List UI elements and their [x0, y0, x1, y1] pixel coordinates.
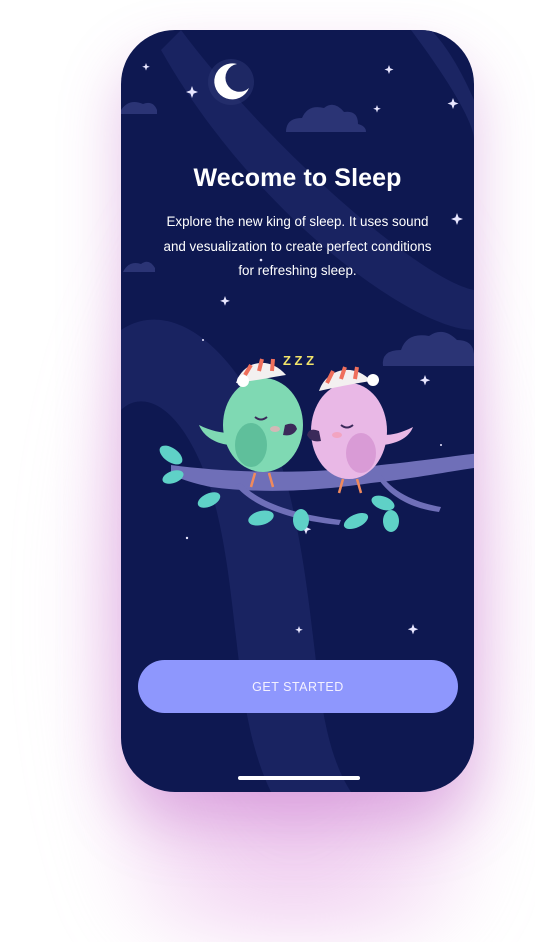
home-indicator: [238, 776, 360, 780]
get-started-button[interactable]: GET STARTED: [138, 660, 458, 713]
green-bird: [199, 358, 303, 488]
welcome-title: Wecome to Sleep: [193, 164, 402, 192]
phone-screen: Wecome to Sleep Explore the new king of …: [121, 30, 474, 792]
cloud-icon: [284, 104, 366, 132]
crescent-moon-icon: [208, 59, 254, 105]
cloud-icon: [123, 261, 155, 272]
sleeping-birds-illustration: Z Z Z: [159, 353, 474, 532]
snore-zzz: Z Z Z: [283, 353, 314, 368]
cloud-icon: [121, 102, 157, 114]
welcome-description: Explore the new king of sleep. It uses s…: [163, 214, 432, 278]
